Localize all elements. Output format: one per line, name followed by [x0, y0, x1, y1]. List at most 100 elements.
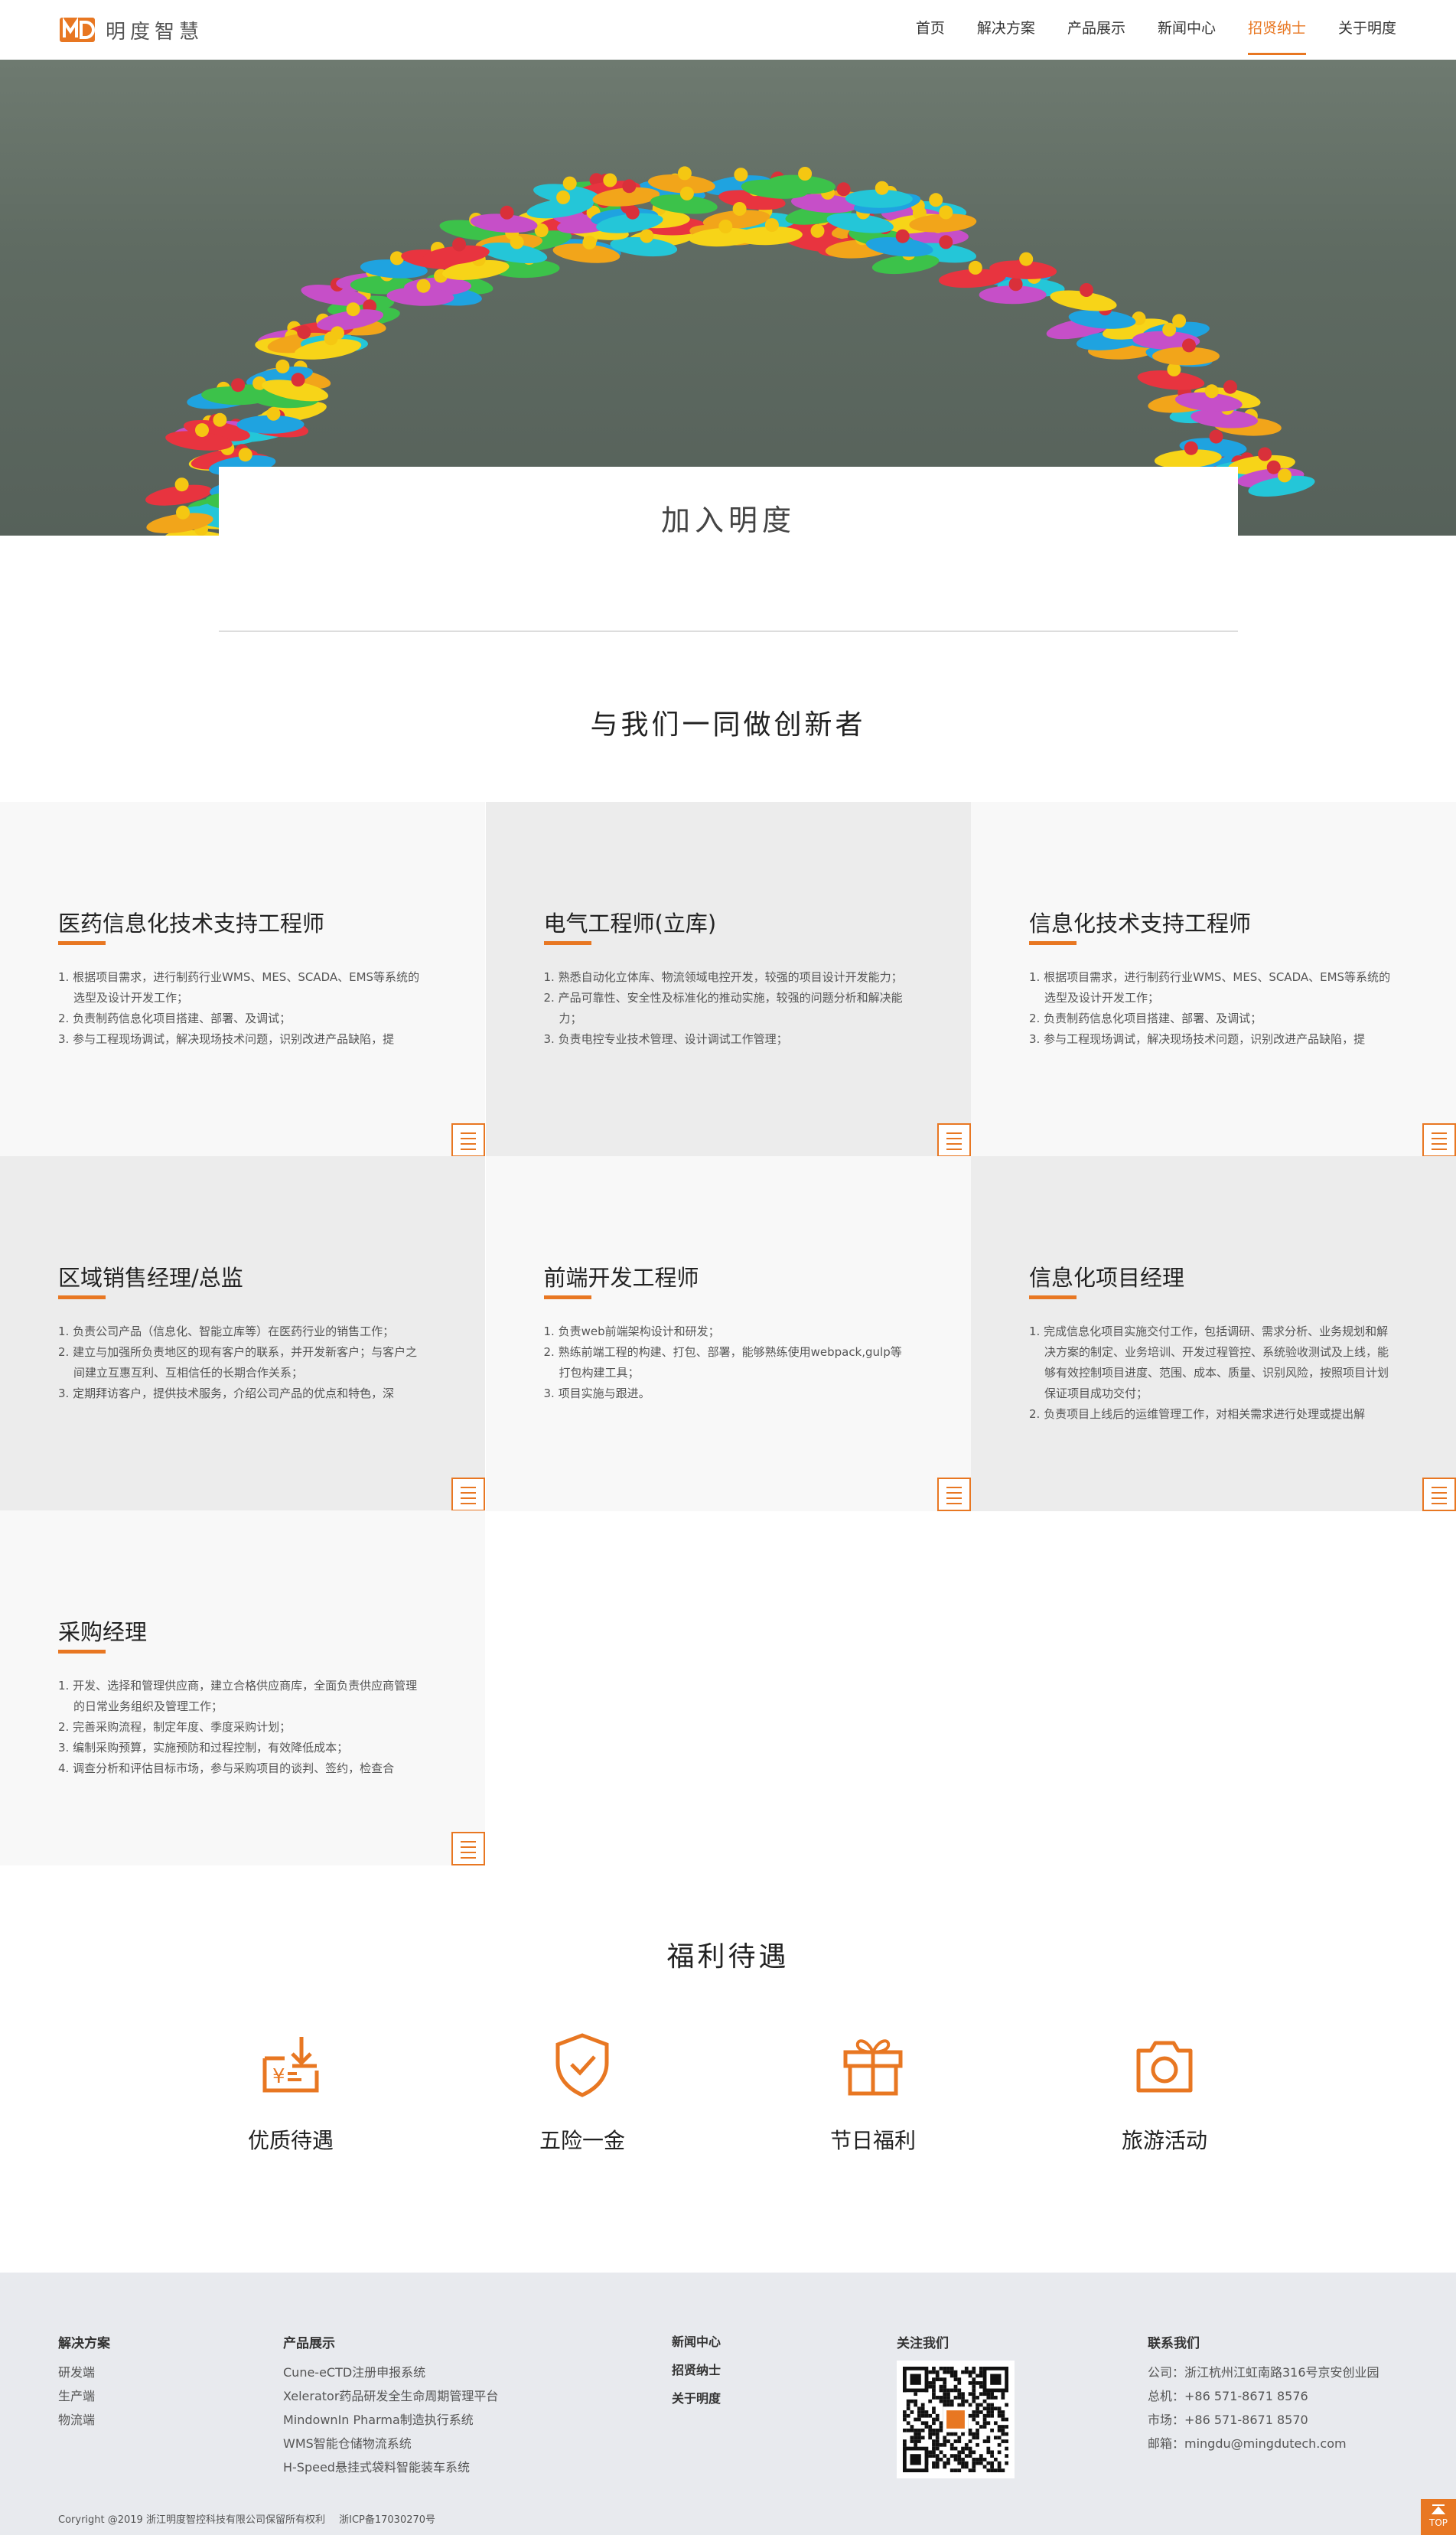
nav-about[interactable]: 关于明度 [1338, 0, 1396, 60]
job-title[interactable]: 前端开发工程师 [544, 1260, 699, 1292]
benefit-label: 节日福利 [829, 2128, 916, 2153]
footer-link[interactable]: 物流端 [58, 2408, 110, 2432]
job-card[interactable]: 前端开发工程师 1. 负责web前端架构设计和研发； 2. 熟练前端工程的构建、打包… [485, 1156, 971, 1511]
nav-home[interactable]: 首页 [916, 0, 945, 60]
contact-phone: 总机：+86 571-8671 8576 [1148, 2389, 1308, 2403]
footer-link-about[interactable]: 关于明度 [672, 2384, 721, 2413]
job-card[interactable]: 信息化项目经理 1. 完成信息化项目实施交付工作，包括调研、需求分析、业务规划和解… [971, 1156, 1456, 1511]
job-title-underline [543, 1295, 591, 1299]
job-duty-item: 3. 编制采购预算，实施预防和过程控制，有效降低成本； [58, 1741, 349, 1755]
job-card[interactable]: 医药信息化技术支持工程师 1. 根据项目需求，进行制药行业WMS、MES、SCAD… [0, 802, 485, 1157]
job-duty-item: 2. 负责项目上线后的运维管理工作，对相关需求进行处理或提出解 [1029, 1407, 1366, 1421]
nav-products[interactable]: 产品展示 [1067, 0, 1125, 60]
job-detail-icon[interactable] [936, 1478, 971, 1511]
contact-address: 公司：浙江杭州江虹南路316号京安创业园 [1148, 2365, 1379, 2380]
icp-link[interactable]: 浙ICP备17030270号 [339, 2514, 435, 2526]
salary-icon: ¥ [262, 2037, 319, 2093]
nav-solutions[interactable]: 解决方案 [977, 0, 1035, 60]
footer-follow: 关注我们 [897, 2332, 1015, 2478]
job-title[interactable]: 医药信息化技术支持工程师 [58, 906, 324, 938]
job-duties: 1. 根据项目需求，进行制药行业WMS、MES、SCADA、EMS等系统的选型及… [1029, 967, 1396, 1067]
footer-link[interactable]: 生产端 [58, 2384, 110, 2408]
job-title-underline [1029, 1295, 1077, 1299]
footer-link[interactable]: MindownIn Pharma制造执行系统 [283, 2408, 498, 2432]
job-title-underline [58, 1650, 106, 1654]
job-detail-icon[interactable] [1422, 1123, 1456, 1157]
top-label: TOP [1428, 2517, 1448, 2528]
footer-heading: 产品展示 [283, 2336, 335, 2351]
job-detail-icon[interactable] [1422, 1478, 1456, 1511]
benefits-section-title: 福利待遇 [666, 1941, 790, 1973]
job-duty-item: 3. 项目实施与跟进。 [543, 1386, 650, 1400]
job-duty-item: 3. 负责电控专业技术管理、设计调试工作管理； [543, 1032, 788, 1046]
job-detail-icon[interactable] [451, 1123, 485, 1157]
job-card[interactable]: 电气工程师(立库) 1. 熟悉自动化立体库、物流领域电控开发，较强的项目设计开发能… [485, 802, 971, 1157]
job-title[interactable]: 电气工程师(立库) [544, 906, 717, 938]
gift-icon [843, 2039, 903, 2096]
footer: 解决方案 研发端 生产端 物流端 产品展示 Cune-eCTD注册申报系统 Xe… [0, 2273, 1456, 2535]
job-title-underline [58, 1295, 106, 1299]
footer-link[interactable]: Cune-eCTD注册申报系统 [283, 2361, 498, 2384]
contact-email[interactable]: 邮箱：mingdu@mingdutech.com [1148, 2432, 1379, 2455]
svg-text:¥: ¥ [272, 2065, 285, 2088]
job-duty-item: 2. 产品可靠性、安全性及标准化的推动实施，较强的问题分析和解决能力； [543, 991, 903, 1025]
back-to-top-button[interactable]: TOP [1421, 2499, 1456, 2535]
job-title[interactable]: 区域销售经理/总监 [58, 1260, 243, 1292]
shield-check-icon [555, 2033, 609, 2097]
job-card[interactable]: 采购经理 1. 开发、选择和管理供应商，建立合格供应商库，全面负责供应商管理的日常… [0, 1510, 485, 1865]
footer-heading: 联系我们 [1148, 2336, 1200, 2351]
job-duty-item: 1. 开发、选择和管理供应商，建立合格供应商库，全面负责供应商管理的日常业务组织… [58, 1679, 418, 1713]
job-duty-item: 1. 根据项目需求，进行制药行业WMS、MES、SCADA、EMS等系统的选型及… [1029, 970, 1391, 1005]
job-duty-item: 2. 负责制药信息化项目搭建、部署、及调试； [1029, 1012, 1262, 1025]
job-duty-item: 1. 负责公司产品（信息化、智能立库等）在医药行业的销售工作； [58, 1325, 395, 1338]
job-duties: 1. 开发、选择和管理供应商，建立合格供应商库，全面负责供应商管理的日常业务组织… [58, 1676, 425, 1775]
footer-link[interactable]: H-Speed悬挂式袋料智能装车系统 [283, 2455, 498, 2479]
job-duty-item: 3. 参与工程现场调试，解决现场技术问题，识别改进产品缺陷，提 [1029, 1032, 1366, 1046]
job-duties: 1. 熟悉自动化立体库、物流领域电控开发，较强的项目设计开发能力； 2. 产品可靠… [544, 967, 911, 1067]
footer-products: 产品展示 Cune-eCTD注册申报系统 Xelerator药品研发全生命周期管… [283, 2332, 498, 2479]
benefit-label: 五险一金 [539, 2128, 625, 2153]
job-title-underline [58, 941, 106, 945]
footer-link[interactable]: 研发端 [58, 2361, 110, 2384]
contact-market: 市场：+86 571-8671 8570 [1148, 2413, 1308, 2427]
job-duty-item: 2. 完善采购流程，制定年度、季度采购计划； [58, 1720, 292, 1734]
footer-link-careers[interactable]: 招贤纳士 [672, 2356, 721, 2384]
arrow-up-icon [1431, 2504, 1446, 2514]
nav-careers[interactable]: 招贤纳士 [1247, 0, 1306, 60]
job-title-underline [1029, 941, 1077, 945]
footer-link[interactable]: WMS智能仓储物流系统 [283, 2432, 498, 2455]
job-duty-item: 4. 调查分析和评估目标市场，参与采购项目的谈判、签约，检查合 [58, 1761, 395, 1775]
copyright-text: Coryright @2019 浙江明度智控科技有限公司保留所有权利 [58, 2514, 325, 2526]
qr-code [897, 2361, 1015, 2478]
job-duty-item: 1. 熟悉自动化立体库、物流领域电控开发，较强的项目设计开发能力； [543, 970, 903, 984]
page-title: 加入明度 [660, 503, 796, 537]
jobs-section-title: 与我们一同做创新者 [590, 709, 866, 741]
footer-link[interactable]: Xelerator药品研发全生命周期管理平台 [283, 2384, 498, 2408]
job-duties: 1. 根据项目需求，进行制药行业WMS、MES、SCADA、EMS等系统的选型及… [58, 967, 425, 1067]
footer-solutions: 解决方案 研发端 生产端 物流端 [58, 2332, 110, 2432]
job-title[interactable]: 信息化技术支持工程师 [1029, 906, 1251, 938]
job-duty-item: 3. 参与工程现场调试，解决现场技术问题，识别改进产品缺陷，提 [58, 1032, 395, 1046]
nav-news[interactable]: 新闻中心 [1158, 0, 1216, 60]
job-card[interactable]: 区域销售经理/总监 1. 负责公司产品（信息化、智能立库等）在医药行业的销售工作；… [0, 1156, 485, 1511]
benefit-item: 五险一金 [490, 2028, 674, 2155]
benefit-label: 优质待遇 [247, 2128, 334, 2153]
camera-icon [1136, 2041, 1193, 2093]
qr-code-image [903, 2367, 1008, 2472]
job-detail-icon[interactable] [451, 1832, 485, 1865]
job-duties: 1. 负责公司产品（信息化、智能立库等）在医药行业的销售工作； 2. 建立与加强所… [58, 1321, 425, 1421]
footer-link-news[interactable]: 新闻中心 [672, 2328, 721, 2356]
job-card[interactable]: 信息化技术支持工程师 1. 根据项目需求，进行制药行业WMS、MES、SCADA、… [971, 802, 1456, 1157]
job-duty-item: 1. 完成信息化项目实施交付工作，包括调研、需求分析、业务规划和解决方案的制定、… [1029, 1325, 1389, 1400]
job-detail-icon[interactable] [451, 1478, 485, 1511]
job-duty-item: 3. 定期拜访客户，提供技术服务，介绍公司产品的优点和特色，深 [58, 1386, 395, 1400]
job-title[interactable]: 采购经理 [58, 1615, 147, 1647]
header: 明度智慧 首页 解决方案 产品展示 新闻中心 招贤纳士 关于明度 [0, 0, 1456, 60]
logo-text: 明度智慧 [106, 20, 204, 44]
banner-image [0, 60, 1456, 536]
job-detail-icon[interactable] [936, 1123, 971, 1157]
job-title[interactable]: 信息化项目经理 [1029, 1260, 1184, 1292]
logo[interactable]: 明度智慧 [60, 15, 204, 44]
main-nav: 首页 解决方案 产品展示 新闻中心 招贤纳士 关于明度 [884, 0, 1396, 60]
job-duties: 1. 完成信息化项目实施交付工作，包括调研、需求分析、业务规划和解决方案的制定、… [1029, 1321, 1396, 1421]
